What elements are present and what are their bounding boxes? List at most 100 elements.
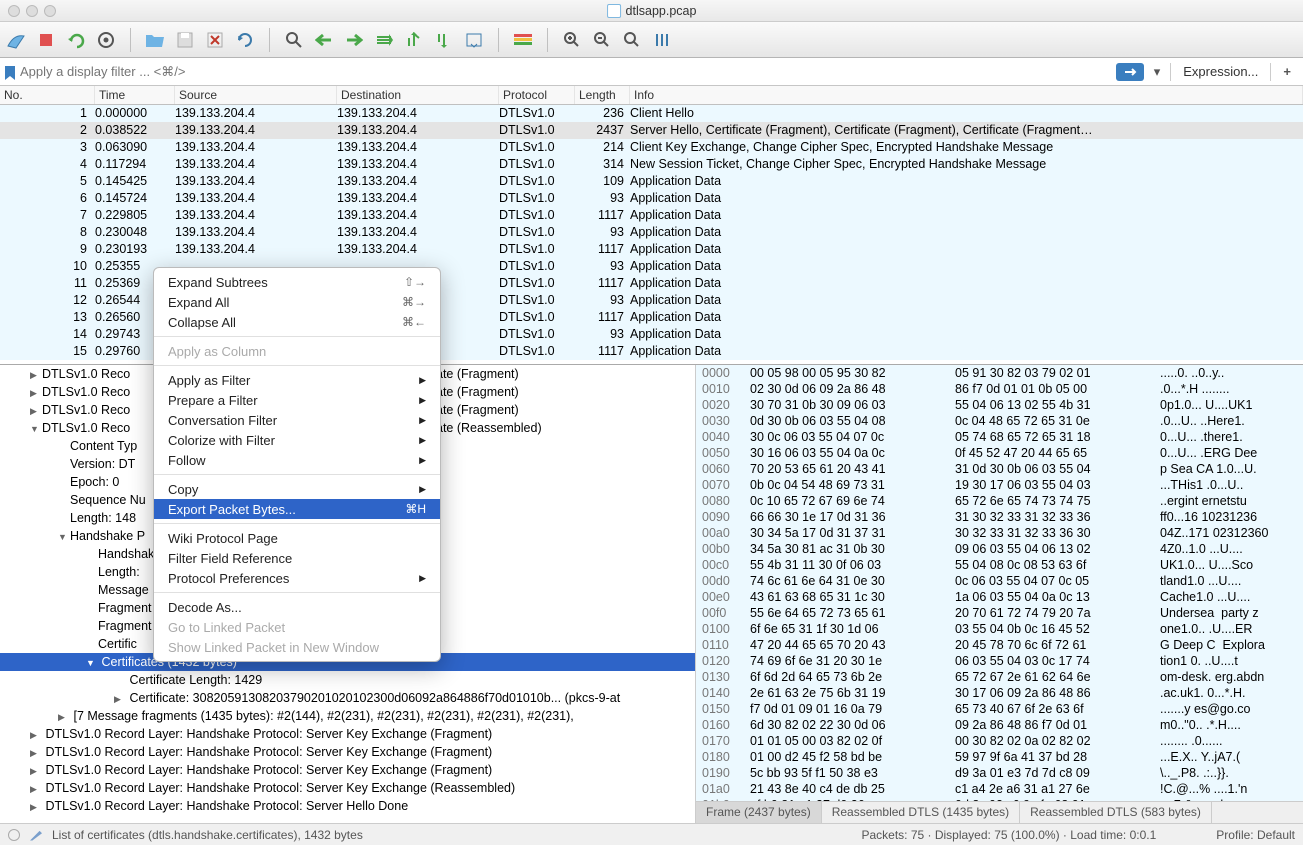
status-profile[interactable]: Profile: Default: [1216, 828, 1295, 842]
hex-row[interactable]: 00300d 30 0b 06 03 55 04 080c 04 48 65 7…: [696, 413, 1303, 429]
folder-open-icon[interactable]: [145, 30, 165, 50]
tree-item[interactable]: Certificate Length: 1429: [0, 671, 695, 689]
goto-icon[interactable]: [374, 30, 394, 50]
menu-copy[interactable]: Copy: [154, 479, 440, 499]
header-info[interactable]: Info: [630, 86, 1303, 104]
expression-button[interactable]: Expression...: [1175, 64, 1266, 79]
menu-field-reference[interactable]: Filter Field Reference: [154, 548, 440, 568]
menu-colorize-filter[interactable]: Colorize with Filter: [154, 430, 440, 450]
tab-reassembled-1[interactable]: Reassembled DTLS (1435 bytes): [822, 802, 1020, 823]
resize-cols-icon[interactable]: [652, 30, 672, 50]
forward-icon[interactable]: [344, 30, 364, 50]
colorize-icon[interactable]: [513, 30, 533, 50]
table-row[interactable]: 40.117294139.133.204.4139.133.204.4DTLSv…: [0, 156, 1303, 173]
tree-item[interactable]: DTLSv1.0 Record Layer: Handshake Protoco…: [0, 743, 695, 761]
table-row[interactable]: 80.230048139.133.204.4139.133.204.4DTLSv…: [0, 224, 1303, 241]
table-row[interactable]: 20.038522139.133.204.4139.133.204.4DTLSv…: [0, 122, 1303, 139]
table-row[interactable]: 60.145724139.133.204.4139.133.204.4DTLSv…: [0, 190, 1303, 207]
options-icon[interactable]: [96, 30, 116, 50]
table-row[interactable]: 10.000000139.133.204.4139.133.204.4DTLSv…: [0, 105, 1303, 122]
menu-protocol-prefs[interactable]: Protocol Preferences: [154, 568, 440, 588]
last-icon[interactable]: [434, 30, 454, 50]
hex-row[interactable]: 00700b 0c 04 54 48 69 73 3119 30 17 06 0…: [696, 477, 1303, 493]
header-no[interactable]: No.: [0, 86, 95, 104]
hex-row[interactable]: 01905c bb 93 5f f1 50 38 e3d9 3a 01 e3 7…: [696, 765, 1303, 781]
table-row[interactable]: 90.230193139.133.204.4139.133.204.4DTLSv…: [0, 241, 1303, 258]
hex-row[interactable]: 002030 70 31 0b 30 09 06 0355 04 06 13 0…: [696, 397, 1303, 413]
zoom-out-icon[interactable]: [592, 30, 612, 50]
hex-row[interactable]: 00e043 61 63 68 65 31 1c 301a 06 03 55 0…: [696, 589, 1303, 605]
edit-icon[interactable]: [30, 829, 42, 841]
stop-icon[interactable]: [36, 30, 56, 50]
bookmark-icon[interactable]: [4, 66, 16, 78]
tree-item[interactable]: DTLSv1.0 Record Layer: Handshake Protoco…: [0, 725, 695, 743]
search-icon[interactable]: [284, 30, 304, 50]
hex-row[interactable]: 009066 66 30 1e 17 0d 31 3631 30 32 33 3…: [696, 509, 1303, 525]
menu-prepare-filter[interactable]: Prepare a Filter: [154, 390, 440, 410]
hex-row[interactable]: 017001 01 05 00 03 82 02 0f00 30 82 02 0…: [696, 733, 1303, 749]
zoom-in-icon[interactable]: [562, 30, 582, 50]
add-filter-button[interactable]: +: [1275, 64, 1299, 79]
menu-expand-all[interactable]: Expand All⌘→: [154, 292, 440, 312]
hex-row[interactable]: 01306f 6d 2d 64 65 73 6b 2e65 72 67 2e 6…: [696, 669, 1303, 685]
menu-expand-subtrees[interactable]: Expand Subtrees⇧→: [154, 272, 440, 292]
filter-dropdown-icon[interactable]: ▾: [1148, 62, 1167, 82]
tree-item[interactable]: Certificate: 308205913082037902010201023…: [0, 689, 695, 707]
hex-row[interactable]: 000000 05 98 00 05 95 30 8205 91 30 82 0…: [696, 365, 1303, 381]
autoscroll-icon[interactable]: [464, 30, 484, 50]
close-file-icon[interactable]: [205, 30, 225, 50]
display-filter-input[interactable]: [20, 64, 1112, 79]
tree-item[interactable]: DTLSv1.0 Record Layer: Handshake Protoco…: [0, 779, 695, 797]
hex-row[interactable]: 01a021 43 8e 40 c4 de db 25c1 a4 2e a6 3…: [696, 781, 1303, 797]
apply-filter-button[interactable]: [1116, 63, 1144, 81]
menu-wiki-page[interactable]: Wiki Protocol Page: [154, 528, 440, 548]
fin-icon[interactable]: [6, 30, 26, 50]
header-protocol[interactable]: Protocol: [499, 86, 575, 104]
packet-bytes-pane[interactable]: 000000 05 98 00 05 95 30 8205 91 30 82 0…: [695, 365, 1303, 823]
header-time[interactable]: Time: [95, 86, 175, 104]
hex-row[interactable]: 006070 20 53 65 61 20 43 4131 0d 30 0b 0…: [696, 461, 1303, 477]
hex-row[interactable]: 01606d 30 82 02 22 30 0d 0609 2a 86 48 8…: [696, 717, 1303, 733]
zoom-icon[interactable]: [44, 5, 56, 17]
reload-icon[interactable]: [235, 30, 255, 50]
restart-icon[interactable]: [66, 30, 86, 50]
table-row[interactable]: 50.145425139.133.204.4139.133.204.4DTLSv…: [0, 173, 1303, 190]
tree-item[interactable]: DTLSv1.0 Record Layer: Handshake Protoco…: [0, 797, 695, 815]
tree-item[interactable]: [7 Message fragments (1435 bytes): #2(14…: [0, 707, 695, 725]
hex-row[interactable]: 00f055 6e 64 65 72 73 65 6120 70 61 72 7…: [696, 605, 1303, 621]
header-destination[interactable]: Destination: [337, 86, 499, 104]
hex-row[interactable]: 01402e 61 63 2e 75 6b 31 1930 17 06 09 2…: [696, 685, 1303, 701]
save-icon[interactable]: [175, 30, 195, 50]
back-icon[interactable]: [314, 30, 334, 50]
tab-frame[interactable]: Frame (2437 bytes): [696, 802, 822, 823]
hex-row[interactable]: 00b034 5a 30 81 ac 31 0b 3009 06 03 55 0…: [696, 541, 1303, 557]
header-source[interactable]: Source: [175, 86, 337, 104]
tab-reassembled-2[interactable]: Reassembled DTLS (583 bytes): [1020, 802, 1212, 823]
first-icon[interactable]: [404, 30, 424, 50]
hex-row[interactable]: 004030 0c 06 03 55 04 07 0c05 74 68 65 7…: [696, 429, 1303, 445]
menu-decode-as[interactable]: Decode As...: [154, 597, 440, 617]
menu-export-packet-bytes[interactable]: Export Packet Bytes...⌘H: [154, 499, 440, 519]
hex-row[interactable]: 00d074 6c 61 6e 64 31 0e 300c 06 03 55 0…: [696, 573, 1303, 589]
hex-row[interactable]: 018001 00 d2 45 f2 58 bd be59 97 9f 6a 4…: [696, 749, 1303, 765]
hex-row[interactable]: 00a030 34 5a 17 0d 31 37 3130 32 33 31 3…: [696, 525, 1303, 541]
menu-apply-filter[interactable]: Apply as Filter: [154, 370, 440, 390]
table-row[interactable]: 70.229805139.133.204.4139.133.204.4DTLSv…: [0, 207, 1303, 224]
menu-follow[interactable]: Follow: [154, 450, 440, 470]
close-icon[interactable]: [8, 5, 20, 17]
expert-info-icon[interactable]: [8, 829, 20, 841]
hex-row[interactable]: 011047 20 44 65 65 70 20 4320 45 78 70 6…: [696, 637, 1303, 653]
menu-collapse-all[interactable]: Collapse All⌘←: [154, 312, 440, 332]
hex-row[interactable]: 001002 30 0d 06 09 2a 86 4886 f7 0d 01 0…: [696, 381, 1303, 397]
header-length[interactable]: Length: [575, 86, 630, 104]
table-row[interactable]: 30.063090139.133.204.4139.133.204.4DTLSv…: [0, 139, 1303, 156]
hex-row[interactable]: 0150f7 0d 01 09 01 16 0a 7965 73 40 67 6…: [696, 701, 1303, 717]
hex-row[interactable]: 005030 16 06 03 55 04 0a 0c0f 45 52 47 2…: [696, 445, 1303, 461]
hex-row[interactable]: 01006f 6e 65 31 1f 30 1d 0603 55 04 0b 0…: [696, 621, 1303, 637]
hex-row[interactable]: 00c055 4b 31 11 30 0f 06 0355 04 08 0c 0…: [696, 557, 1303, 573]
tree-item[interactable]: DTLSv1.0 Record Layer: Handshake Protoco…: [0, 761, 695, 779]
hex-row[interactable]: 00800c 10 65 72 67 69 6e 7465 72 6e 65 7…: [696, 493, 1303, 509]
hex-row[interactable]: 012074 69 6f 6e 31 20 30 1e06 03 55 04 0…: [696, 653, 1303, 669]
menu-conversation-filter[interactable]: Conversation Filter: [154, 410, 440, 430]
zoom-reset-icon[interactable]: [622, 30, 642, 50]
